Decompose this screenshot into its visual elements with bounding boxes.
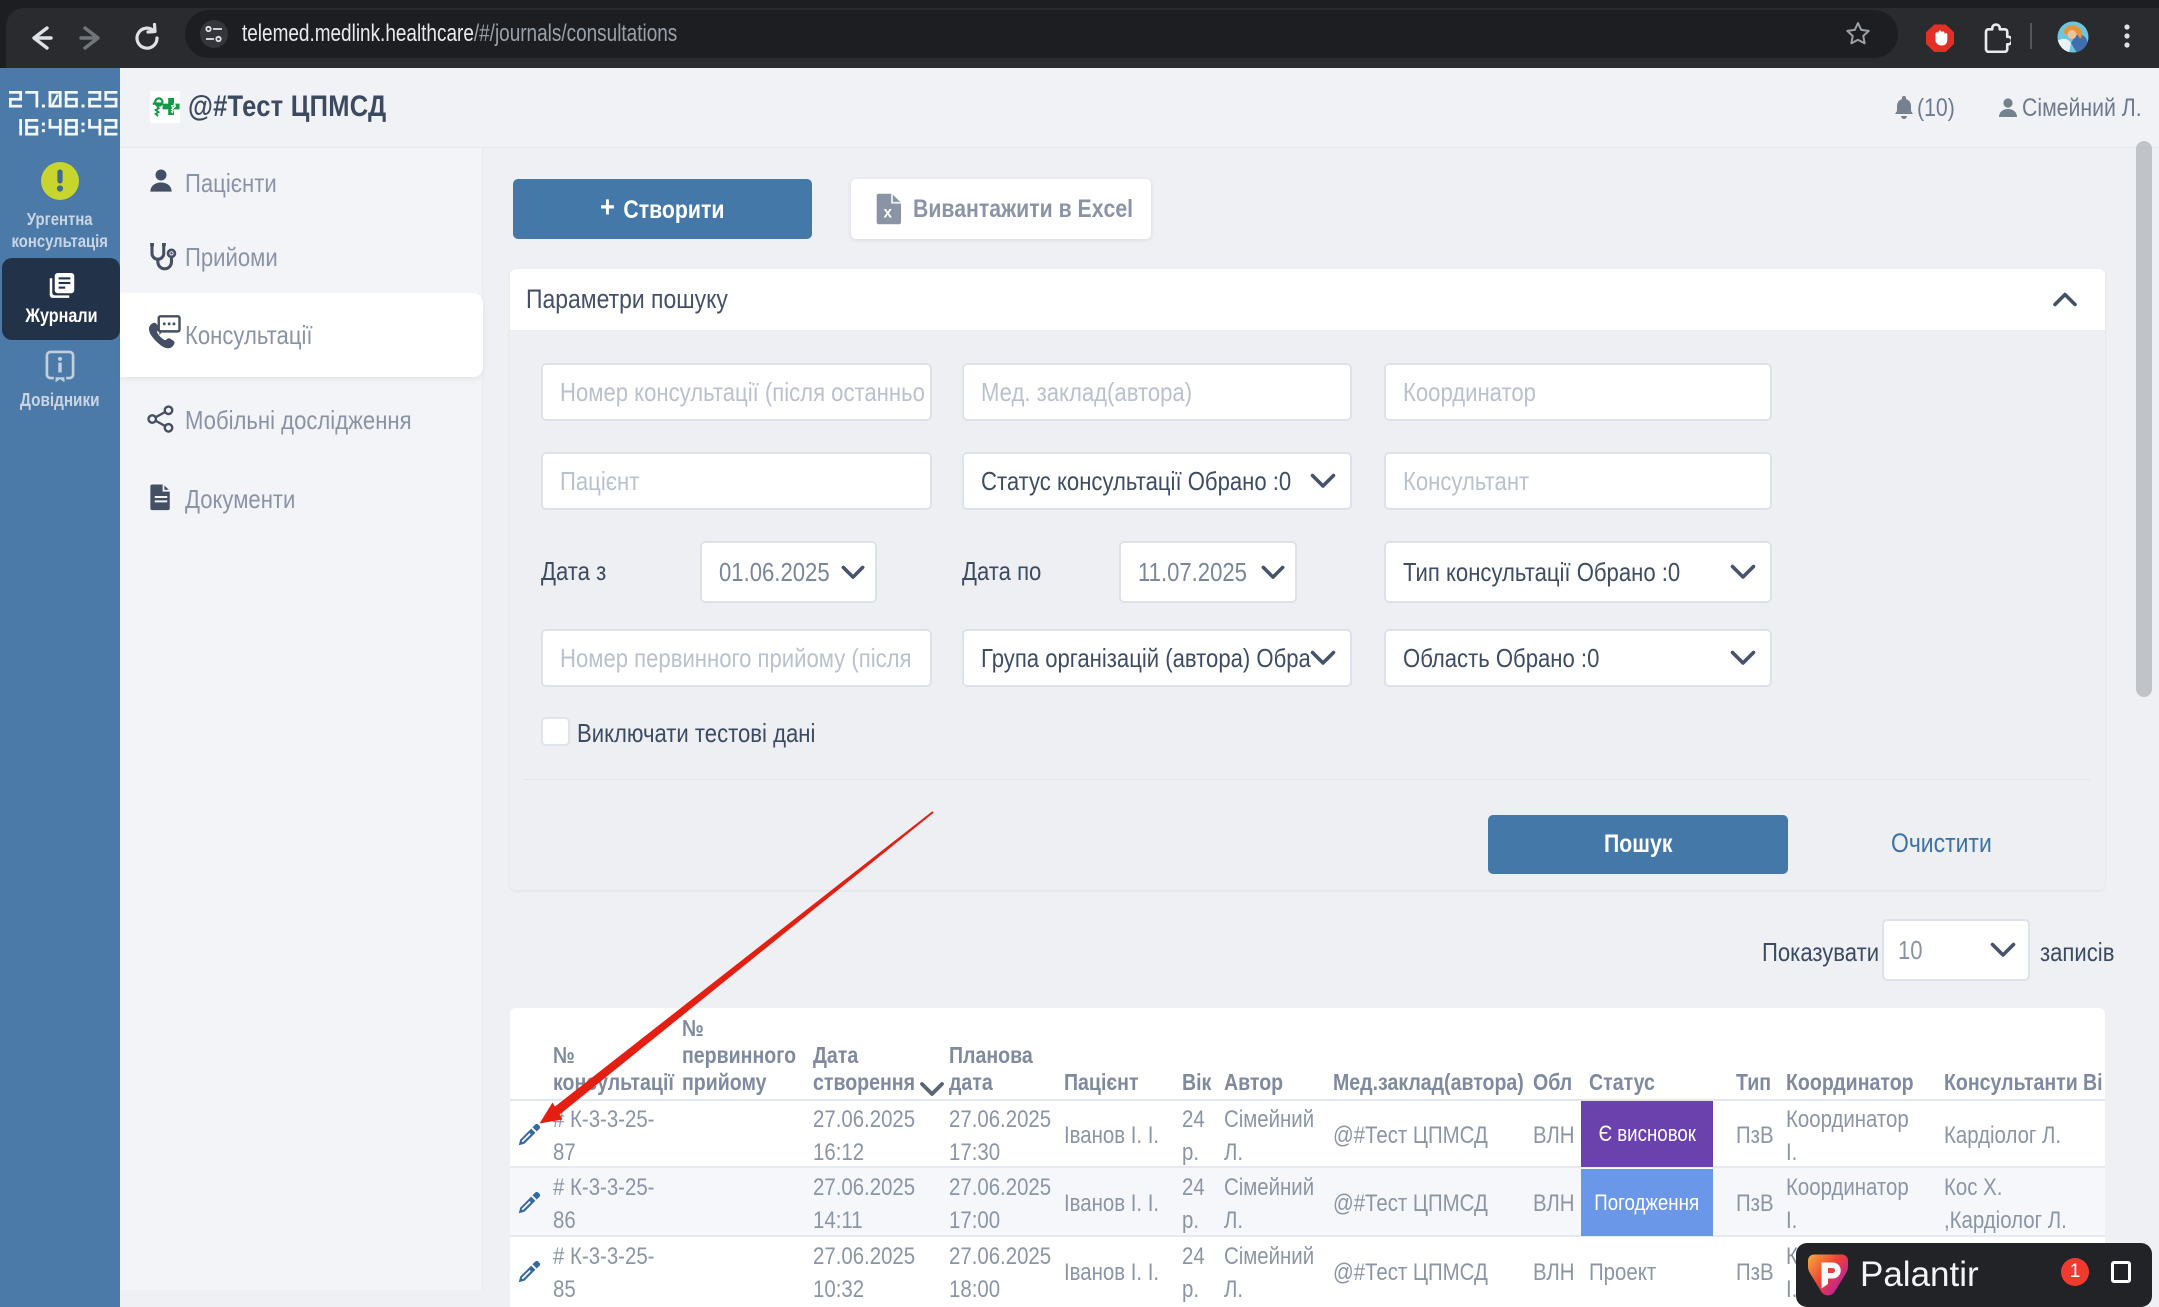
- svg-text:x: x: [884, 204, 893, 221]
